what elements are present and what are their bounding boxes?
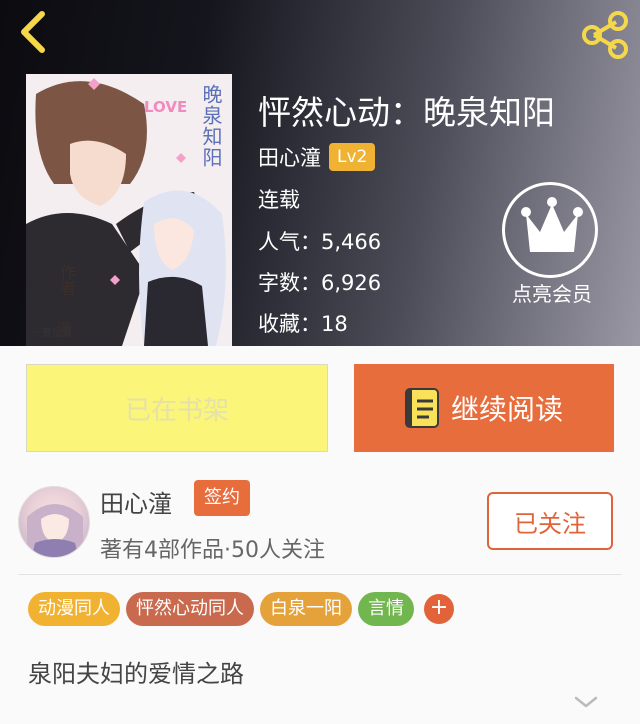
author-name[interactable]: 田心潼 bbox=[258, 142, 321, 172]
book-cover[interactable]: LOVE 晚泉知阳 作者 潼 一直怡然 bbox=[26, 74, 232, 346]
author-card-stats: 著有4部作品·50人关注 bbox=[100, 538, 325, 563]
back-button[interactable] bbox=[14, 10, 58, 54]
continue-reading-label: 继续阅读 bbox=[450, 393, 563, 426]
signed-badge: 签约 bbox=[194, 480, 250, 516]
vip-label: 点亮会员 bbox=[512, 282, 592, 306]
back-arrow-icon bbox=[21, 11, 45, 53]
share-icon bbox=[582, 11, 628, 59]
avatar-illustration bbox=[27, 504, 83, 557]
avatar[interactable] bbox=[18, 486, 90, 558]
tag-item[interactable]: 白泉一阳 bbox=[260, 592, 352, 626]
popularity-stat: 人气：5,466 bbox=[258, 230, 382, 254]
chevron-down-icon bbox=[574, 696, 598, 708]
author-card-name[interactable]: 田心潼 bbox=[100, 484, 172, 519]
cover-author-prefix: 作者 bbox=[57, 264, 76, 296]
cover-title: 晚泉知阳 bbox=[199, 84, 223, 168]
tag-list: 动漫同人 怦然心动同人 白泉一阳 言情 + bbox=[28, 592, 454, 626]
vip-button[interactable]: 点亮会员 bbox=[498, 178, 606, 306]
share-button[interactable] bbox=[580, 10, 630, 60]
tag-item[interactable]: 动漫同人 bbox=[28, 592, 120, 626]
favorites-stat: 收藏：18 bbox=[258, 312, 348, 336]
book-title: 怦然心动：晚泉知阳 bbox=[258, 93, 555, 132]
book-summary: 泉阳夫妇的爱情之路 bbox=[28, 660, 244, 688]
cover-logo: 一直怡然 bbox=[32, 328, 72, 339]
book-icon bbox=[404, 388, 439, 428]
divider bbox=[18, 574, 622, 575]
book-detail-page: LOVE 晚泉知阳 作者 潼 一直怡然 怦然心动：晚泉知阳 田心潼 Lv2 连载… bbox=[0, 0, 640, 724]
crown-icon bbox=[521, 197, 583, 252]
add-tag-button[interactable]: + bbox=[424, 594, 454, 624]
word-count-stat: 字数：6,926 bbox=[258, 271, 382, 295]
serial-status: 连载 bbox=[258, 188, 300, 212]
level-badge: Lv2 bbox=[329, 143, 376, 171]
cover-love-text: LOVE bbox=[144, 98, 188, 116]
expand-summary-button[interactable] bbox=[572, 692, 600, 712]
follow-button[interactable]: 已关注 bbox=[487, 492, 613, 550]
tag-item[interactable]: 言情 bbox=[358, 592, 414, 626]
in-bookshelf-button[interactable]: 已在书架 bbox=[26, 364, 328, 452]
book-header: LOVE 晚泉知阳 作者 潼 一直怡然 怦然心动：晚泉知阳 田心潼 Lv2 连载… bbox=[0, 0, 640, 346]
tag-item[interactable]: 怦然心动同人 bbox=[126, 592, 254, 626]
continue-reading-button[interactable]: 继续阅读 bbox=[354, 364, 614, 452]
author-row: 田心潼 Lv2 bbox=[258, 142, 376, 172]
